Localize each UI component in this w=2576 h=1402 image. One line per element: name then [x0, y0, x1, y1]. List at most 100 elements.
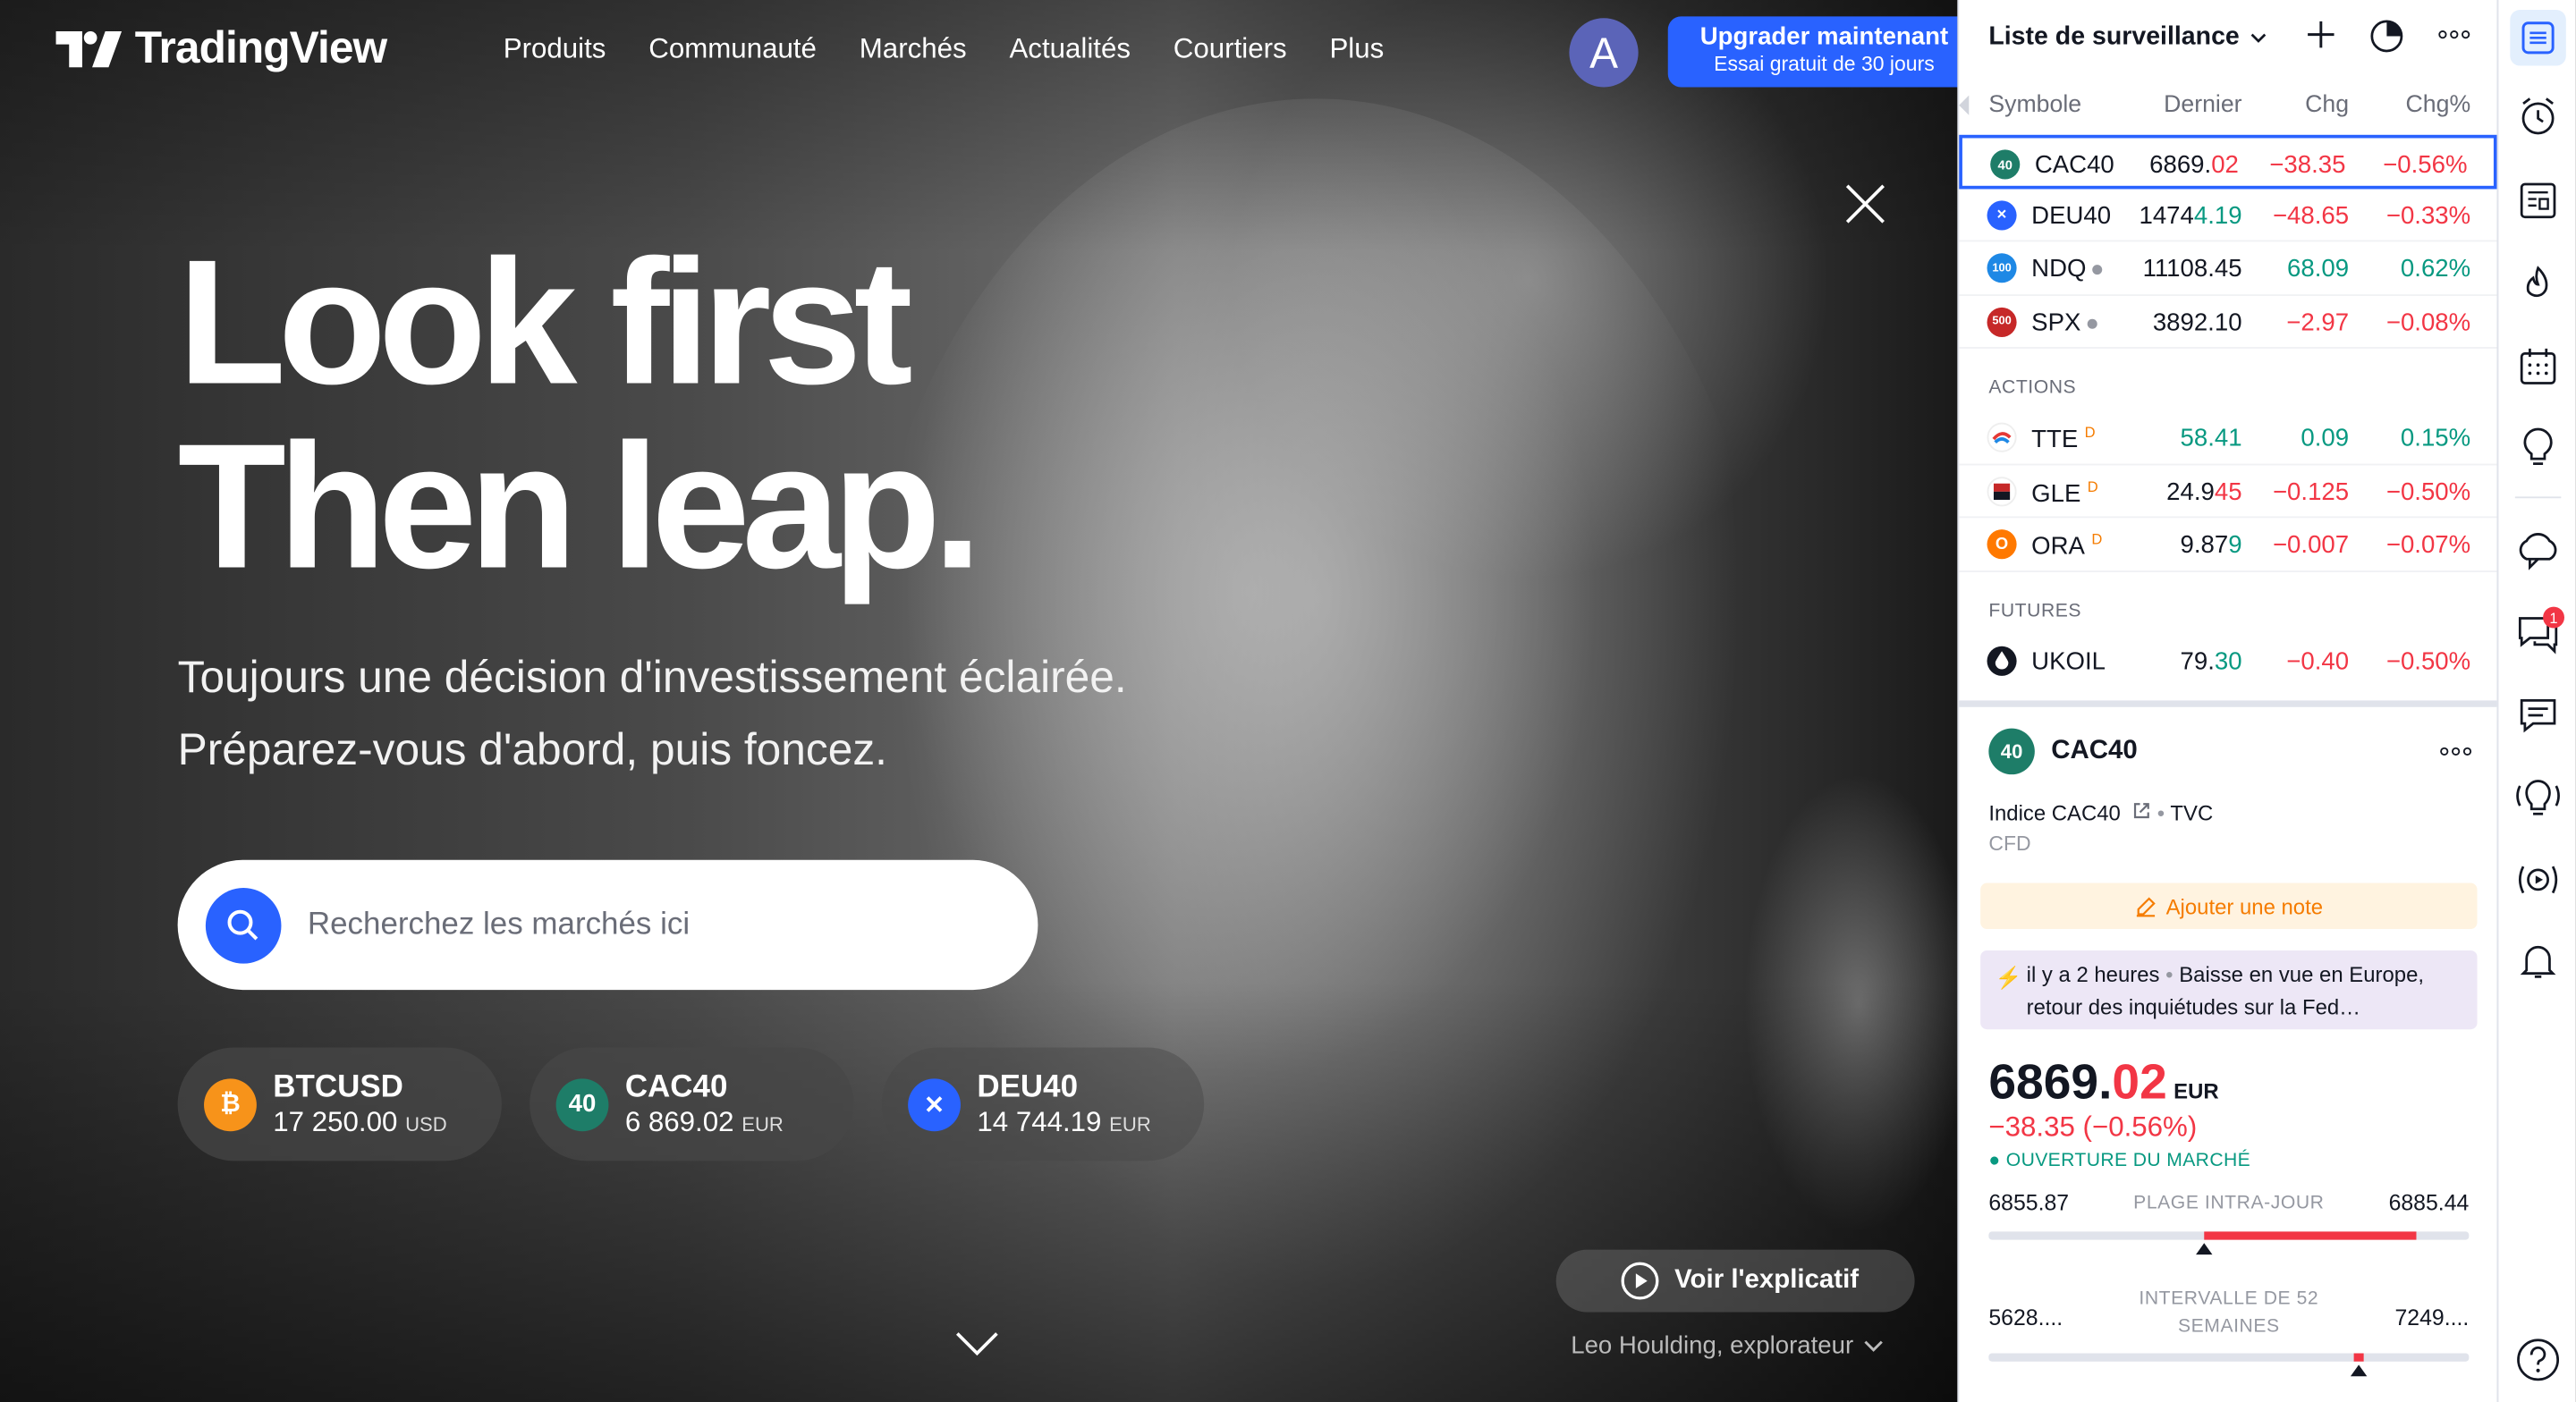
subtitle-line-1: Toujours une décision d'investissement é… — [177, 653, 1127, 703]
hero-subtitle: Toujours une décision d'investissement é… — [178, 641, 1127, 786]
lightbulb-icon — [2523, 427, 2553, 465]
row-pct: 0.15% — [2400, 424, 2471, 452]
cac40-icon: 40 — [555, 1077, 609, 1131]
ndq-icon: 100 — [1987, 253, 2017, 283]
watchlist-row-tte[interactable]: TTE D 58.41 0.09 0.15% — [1959, 411, 2497, 465]
hero-ticker-btcusd[interactable]: ₿ BTCUSD 17 250.00 USD — [177, 1047, 502, 1161]
watchlist-toggle[interactable] — [2510, 10, 2566, 66]
ticker-currency: EUR — [1109, 1112, 1151, 1136]
row-pct: −0.50% — [2385, 646, 2471, 675]
external-link-icon[interactable] — [2131, 801, 2151, 821]
row-chg: −2.97 — [2286, 308, 2350, 337]
nav-plus[interactable]: Plus — [1329, 33, 1384, 66]
col-pct[interactable]: Chg% — [2406, 92, 2471, 118]
broadcast-idea-icon — [2516, 780, 2560, 815]
chats-button[interactable] — [2510, 523, 2566, 579]
main-nav: Produits Communauté Marchés Actualités C… — [504, 33, 1385, 66]
watchlist-title[interactable]: Liste de surveillance — [1988, 23, 2239, 53]
add-note-button[interactable]: Ajouter une note — [1980, 883, 2478, 930]
play-icon — [1621, 1262, 1659, 1300]
details-name[interactable]: Indice CAC40 — [1988, 801, 2121, 826]
watchlist-row-cac40[interactable]: 40 CAC40 6869.02 −38.35 −0.56% — [1959, 134, 2497, 189]
row-symbol: DEU40 — [2031, 201, 2112, 230]
search-input[interactable]: Recherchez les marchés ici — [308, 907, 690, 942]
row-pct: 0.62% — [2400, 255, 2471, 283]
market-status: ● OUVERTURE DU MARCHÉ — [1988, 1151, 2251, 1171]
details-description: Indice CAC40 • TVC — [1988, 800, 2214, 826]
ticker-name: DEU40 — [977, 1069, 1079, 1104]
hero-ticker-cac40[interactable]: 40 CAC40 6 869.02 EUR — [530, 1047, 854, 1161]
row-symbol: UKOIL — [2031, 646, 2106, 675]
collapse-handle[interactable] — [1959, 95, 1970, 115]
row-chg: −38.35 — [2269, 151, 2346, 180]
nav-actualites[interactable]: Actualités — [1009, 33, 1131, 66]
advanced-view-icon[interactable] — [2368, 16, 2404, 53]
add-note-label: Ajouter une note — [2165, 893, 2324, 919]
calendar-button[interactable] — [2510, 339, 2566, 395]
more-icon[interactable] — [2439, 747, 2472, 756]
row-symbol: SPX — [2031, 308, 2097, 336]
details-symbol[interactable]: CAC40 — [2051, 737, 2137, 766]
watchlist-panel: Liste de surveillance Symbole Dernier Ch… — [1957, 0, 2499, 1402]
market-search-bar[interactable]: Recherchez les marchés ici — [177, 859, 1038, 991]
chevron-down-icon[interactable] — [2250, 32, 2266, 44]
row-last: 9.879 — [2180, 530, 2242, 560]
nav-produits[interactable]: Produits — [504, 33, 606, 66]
row-last: 3892.10 — [2152, 308, 2242, 337]
row-symbol: CAC40 — [2034, 151, 2114, 180]
watchlist-row-gle[interactable]: GLE D 24.945 −0.125 −0.50% — [1959, 465, 2497, 519]
watchlist-row-deu40[interactable]: ✕ DEU40 14744.19 −48.65 −0.33% — [1959, 189, 2497, 242]
nav-marches[interactable]: Marchés — [860, 33, 967, 66]
chevron-down-icon[interactable] — [954, 1329, 1000, 1358]
section-futures[interactable]: FUTURES — [1959, 571, 2496, 634]
user-avatar[interactable]: A — [1569, 18, 1639, 88]
watch-explainer-button[interactable]: Voir l'explicatif — [1555, 1249, 1915, 1313]
row-pct: −0.08% — [2385, 308, 2471, 337]
watchlist-row-ndq[interactable]: 100 NDQ 11108.45 68.09 0.62% — [1959, 241, 2497, 296]
col-symbol[interactable]: Symbole — [1988, 92, 2081, 118]
deu40-icon: ✕ — [1987, 199, 2017, 230]
add-symbol-icon[interactable] — [2306, 20, 2335, 49]
upgrade-button[interactable]: Upgrader maintenant Essai gratuit de 30 … — [1667, 16, 1958, 88]
week52-marker — [2350, 1364, 2368, 1377]
private-chats-button[interactable] — [2510, 688, 2566, 744]
messages-button[interactable]: 1 — [2510, 605, 2566, 662]
watchlist-row-ukoil[interactable]: UKOIL 79.30 −0.40 −0.50% — [1959, 634, 2496, 688]
details-change: −38.35 (−0.56%) — [1988, 1111, 2198, 1144]
hotlists-button[interactable] — [2510, 257, 2566, 313]
alerts-button[interactable] — [2510, 89, 2566, 145]
news-text-2: retour des inquiétudes sur la Fed… — [2026, 994, 2361, 1020]
nav-communaute[interactable]: Communauté — [648, 33, 817, 66]
tradingview-logo-icon — [55, 30, 123, 67]
nav-courtiers[interactable]: Courtiers — [1174, 33, 1287, 66]
news-button[interactable] — [2510, 173, 2566, 229]
streams-button[interactable] — [2510, 770, 2566, 826]
live-button[interactable] — [2510, 852, 2566, 908]
col-last[interactable]: Dernier — [2164, 92, 2241, 118]
watchlist-row-spx[interactable]: 500 SPX 3892.10 −2.97 −0.08% — [1959, 295, 2497, 349]
ideas-button[interactable] — [2510, 419, 2566, 476]
oil-drop-icon — [1987, 645, 2017, 675]
logo-text: TradingView — [134, 22, 387, 72]
notifications-button[interactable] — [2510, 934, 2566, 991]
close-icon[interactable] — [1843, 181, 1888, 226]
ticker-name: CAC40 — [624, 1069, 728, 1104]
deu40-icon: ✕ — [908, 1077, 961, 1131]
week52-high: 7249.... — [2394, 1305, 2470, 1330]
news-headline[interactable]: ⚡ il y a 2 heures • Baisse en vue en Eur… — [1980, 950, 2478, 1030]
search-button[interactable] — [205, 887, 282, 963]
tradingview-logo[interactable]: TradingView — [55, 22, 387, 74]
section-actions[interactable]: ACTIONS — [1959, 349, 2496, 411]
more-icon[interactable] — [2437, 30, 2470, 39]
spx-icon: 500 — [1987, 306, 2017, 337]
week52-fill — [2353, 1353, 2364, 1362]
help-button[interactable] — [2510, 1332, 2566, 1389]
col-chg[interactable]: Chg — [2305, 92, 2349, 118]
notification-badge: 1 — [2543, 606, 2565, 629]
watchlist-column-header: Symbole Dernier Chg Chg% — [1959, 76, 2496, 135]
watchlist-row-ora[interactable]: O ORA D 9.879 −0.007 −0.07% — [1959, 518, 2497, 572]
intraday-fill — [2204, 1231, 2417, 1240]
hero-ticker-deu40[interactable]: ✕ DEU40 14 744.19 EUR — [881, 1047, 1205, 1161]
row-last: 6869.02 — [2149, 151, 2239, 180]
photo-credit[interactable]: Leo Houlding, explorateur — [1571, 1332, 1883, 1360]
